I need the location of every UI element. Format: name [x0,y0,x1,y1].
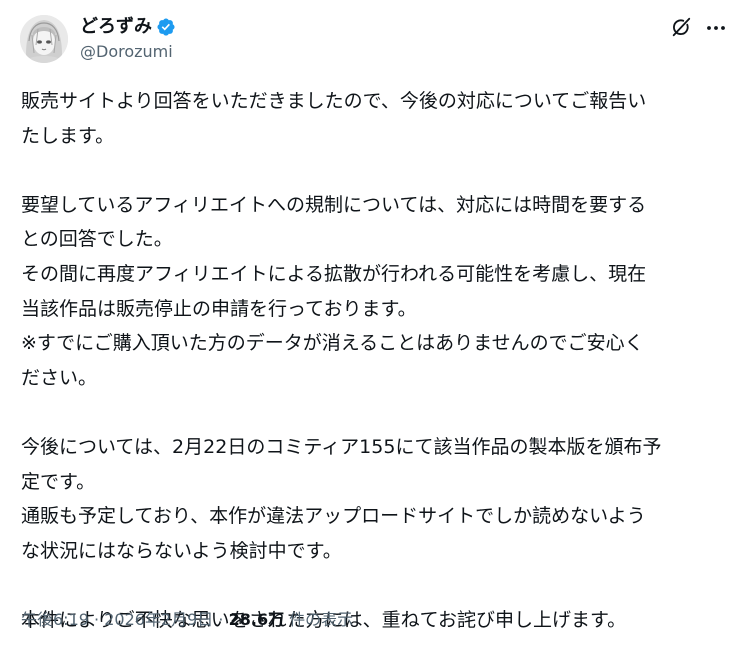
paragraph-break [21,153,727,188]
post-text-line: 要望しているアフィリエイトへの規制については、対応には時間を要する [21,193,647,216]
post-text-line: 今後については、2月22日のコミティア155にて該当作品の製本版を頒布予 [21,435,662,458]
post-text-line: その間に再度アフィリエイトによる拡散が行われる可能性を考慮し、現在 [21,262,647,285]
verified-badge-icon[interactable] [156,17,176,37]
post-text-line: な状況にはならないよう検討中です。 [21,539,342,562]
post-text-line: 通販も予定しており、本作が違法アップロードサイトでしか読めないよう [21,505,646,528]
post-text-line: たします。 [21,124,115,147]
post-meta: 午後6:19 · 2026年2月9日 · 28.6万 件の表示 [21,609,353,631]
post-timestamp[interactable]: 午後6:19 · 2026年2月9日 [21,610,213,629]
views-label: 件の表示 [289,610,354,629]
meta-separator-views: · [218,610,224,629]
paragraph-break [21,568,727,603]
post-text-line: 販売サイトより回答をいただきましたので、今後の対応についてご報告い [21,90,647,112]
meta-separator: · [94,610,100,629]
post-text-line: 定です。 [21,470,96,493]
author-name-row: どろずみ [80,14,176,40]
author-display-name[interactable]: どろずみ [80,15,152,39]
avatar-image [20,15,68,63]
post-text-line: ださい。 [21,366,98,389]
avatar[interactable] [20,15,68,63]
author-handle[interactable]: @Dorozumi [80,42,173,62]
post-text-line: ※すでにご購入頂いた方のデータが消えることはありませんのでご安心く [21,332,644,355]
more-options-icon[interactable] [704,16,728,40]
grok-icon[interactable] [670,16,692,38]
post-container: どろずみ @Dorozumi 販売サイトより回答をいただきましたので、今後の対応… [0,0,747,646]
post-time: 午後6:19 [21,610,89,629]
post-date: 2026年2月9日 [104,610,214,629]
paragraph-break [21,395,727,430]
post-text-line: との回答でした。 [21,228,173,251]
post-text-line: 当該作品は販売停止の申請を行っております。 [21,297,417,320]
views-count: 28.6万 [228,610,285,629]
post-text: 販売サイトより回答をいただきましたので、今後の対応についてご報告い たします。要望… [21,84,727,638]
